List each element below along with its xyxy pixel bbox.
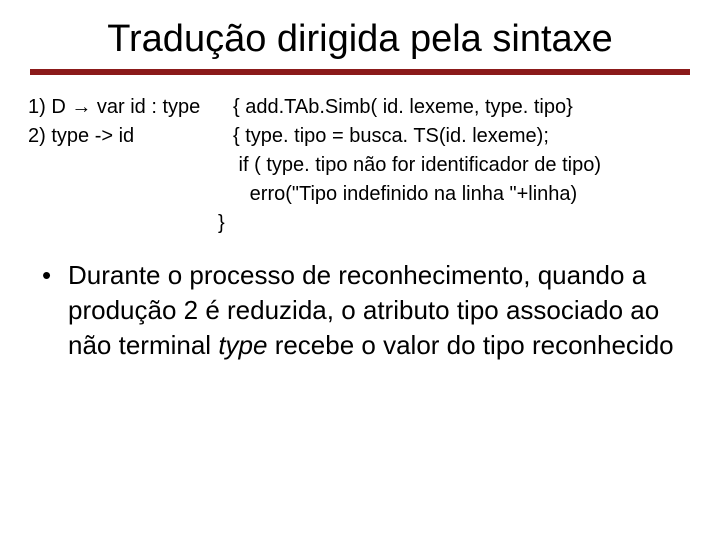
grammar-line-3: if ( type. tipo não for identificador de…: [28, 151, 692, 180]
grammar-line-4: erro("Tipo indefinido na linha "+linha): [28, 180, 692, 209]
bullet-text-post: recebe o valor do tipo reconhecido: [267, 330, 673, 360]
title-underline: [30, 69, 690, 75]
grammar-lhs-2: 2) type -> id: [28, 122, 233, 151]
grammar-row-2: 2) type -> id { type. tipo = busca. TS(i…: [28, 122, 692, 151]
grammar-row-1: 1) D → var id : type { add.TAb.Simb( id.…: [28, 93, 692, 122]
bullet-item: • Durante o processo de reconhecimento, …: [28, 252, 692, 363]
bullet-dot-icon: •: [42, 258, 68, 363]
grammar-lhs-1: 1) D → var id : type: [28, 93, 233, 122]
grammar-rhs-2: { type. tipo = busca. TS(id. lexeme);: [233, 122, 549, 151]
grammar-close-brace: }: [28, 209, 692, 238]
bullet-text: Durante o processo de reconhecimento, qu…: [68, 258, 682, 363]
slide: Tradução dirigida pela sintaxe 1) D → va…: [0, 0, 720, 540]
grammar-rhs-1: { add.TAb.Simb( id. lexeme, type. tipo}: [233, 93, 573, 122]
bullet-text-em: type: [218, 330, 267, 360]
grammar-block: 1) D → var id : type { add.TAb.Simb( id.…: [28, 93, 692, 238]
slide-title: Tradução dirigida pela sintaxe: [28, 12, 692, 69]
